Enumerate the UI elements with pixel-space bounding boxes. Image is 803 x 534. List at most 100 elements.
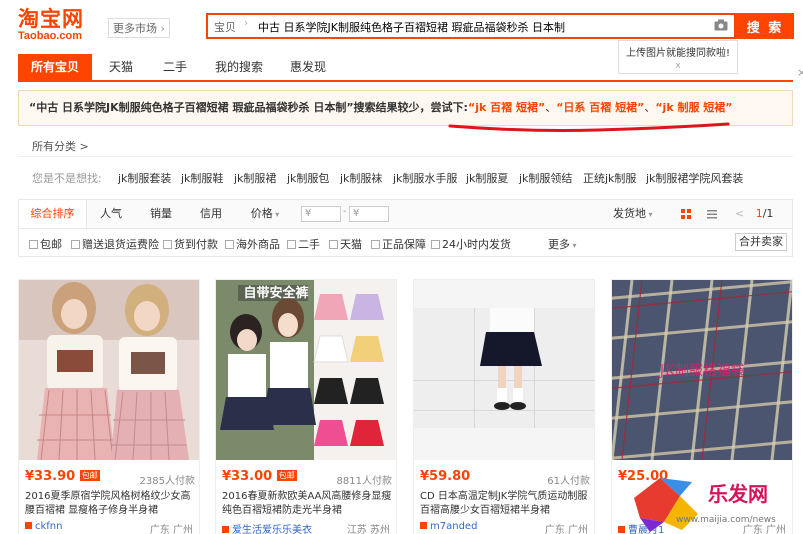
- filter-label: 包邮: [40, 238, 62, 251]
- tab-my-search[interactable]: 我的搜索: [206, 54, 272, 80]
- pager-prev-button[interactable]: <: [735, 207, 744, 220]
- price-value: ¥33.00: [222, 469, 273, 484]
- price-min-input[interactable]: ¥: [301, 206, 341, 222]
- product-title[interactable]: 2016夏季原宿学院风格树格纹少女高腰百褶裙 显瘦格子修身半身裙: [25, 490, 195, 518]
- ship-from-select[interactable]: 发货地 ▾: [613, 200, 653, 228]
- grid-view-icon[interactable]: [679, 207, 693, 221]
- shop-link[interactable]: 爱生活爱乐乐美衣: [222, 521, 312, 534]
- checkbox[interactable]: [431, 240, 440, 249]
- related-search-link[interactable]: jk制服套装: [118, 170, 171, 186]
- filter-tmall[interactable]: 天猫: [329, 236, 362, 252]
- product-image[interactable]: JK制服格福袋: [612, 280, 792, 460]
- camera-icon[interactable]: [714, 19, 728, 31]
- filter-cod[interactable]: 货到付款: [163, 236, 218, 252]
- product-card[interactable]: 自带安全裤 ¥33.00 包邮 8811人付款 2016春夏新款欧美AA风高腰修…: [215, 279, 397, 534]
- sort-price[interactable]: 价格 ▾: [241, 200, 289, 228]
- sort-credit[interactable]: 信用: [191, 200, 231, 228]
- chevron-down-icon: ▾: [570, 241, 577, 250]
- checkbox[interactable]: [29, 240, 38, 249]
- pager-current: 1: [755, 207, 763, 220]
- more-label: 更多: [548, 238, 570, 251]
- product-image[interactable]: 自带安全裤: [216, 280, 396, 460]
- sort-price-label: 价格: [250, 207, 273, 220]
- shop-link[interactable]: ckfnn: [25, 521, 63, 532]
- watermark-text: 乐发网: [708, 482, 768, 506]
- checkbox[interactable]: [163, 240, 172, 249]
- filter-free-shipping[interactable]: 包邮: [29, 236, 62, 252]
- search-button[interactable]: 搜 索: [736, 13, 794, 39]
- checkbox[interactable]: [225, 240, 234, 249]
- related-search-link[interactable]: jk制服水手服: [393, 170, 457, 186]
- search-scope-select[interactable]: 宝贝: [214, 19, 236, 35]
- filter-label: 24小时内发货: [442, 238, 511, 251]
- sort-bar: 综合排序 人气 销量 信用 价格 ▾ ¥ - ¥ 发货地 ▾ < 1/1 >: [18, 199, 793, 248]
- shop-name: m7anded: [430, 521, 478, 532]
- more-market-button[interactable]: 更多市场 ›: [108, 18, 170, 38]
- taobao-logo[interactable]: 淘宝网 Taobao.com: [18, 8, 98, 42]
- filter-label: 正品保障: [382, 238, 426, 251]
- product-card[interactable]: ¥59.80 61人付款 CD 日本高温定制JK学院气质运动制服百褶高腰少女百褶…: [413, 279, 595, 534]
- filter-second-hand[interactable]: 二手: [287, 236, 320, 252]
- shop-icon: [420, 522, 427, 529]
- more-filters-button[interactable]: 更多 ▾: [548, 236, 577, 252]
- product-image[interactable]: [414, 280, 594, 460]
- checkbox[interactable]: [329, 240, 338, 249]
- checkbox[interactable]: [287, 240, 296, 249]
- price-max-input[interactable]: ¥: [349, 206, 389, 222]
- filter-overseas[interactable]: 海外商品: [225, 236, 280, 252]
- tab-all-items[interactable]: 所有宝贝: [18, 54, 92, 80]
- product-title[interactable]: CD 日本高温定制JK学院气质运动制服百褶高腰少女百褶短裙半身裙: [420, 490, 590, 518]
- suggestion-link[interactable]: “jk 制服 短裙”: [655, 101, 732, 114]
- price-value: ¥33.90: [25, 469, 76, 484]
- breadcrumb[interactable]: 所有分类 >: [32, 138, 89, 154]
- chevron-right-icon: ›: [157, 22, 165, 35]
- close-icon[interactable]: ×: [797, 66, 803, 79]
- suggestion-link[interactable]: “日系 百褶 短裙”: [556, 101, 644, 114]
- related-search-link[interactable]: jk制服裙学院风套装: [646, 170, 743, 186]
- shop-name: ckfnn: [35, 521, 63, 532]
- related-search-link[interactable]: jk制服夏: [466, 170, 508, 186]
- watermark-url: www.maijia.com/news: [676, 515, 776, 525]
- sort-sales[interactable]: 销量: [141, 200, 181, 228]
- related-search-link[interactable]: jk制服包: [287, 170, 329, 186]
- related-search-link[interactable]: 正统jk制服: [583, 170, 636, 186]
- search-input[interactable]: [258, 18, 708, 36]
- tab-discover[interactable]: 惠发现: [280, 54, 336, 80]
- free-shipping-badge: 包邮: [79, 470, 100, 481]
- product-card[interactable]: ¥33.90 包邮 2385人付款 2016夏季原宿学院风格树格纹少女高腰百褶裙…: [18, 279, 200, 534]
- filter-genuine[interactable]: 正品保障: [371, 236, 426, 252]
- notice-prefix: “中古 日系学院JK制服纯色格子百褶短裙 瑕疵品福袋秒杀 日本制”搜索结果较少，…: [29, 101, 468, 114]
- sales-count: 2385人付款: [139, 476, 195, 487]
- price-dash: -: [343, 206, 347, 217]
- sort-default[interactable]: 综合排序: [19, 200, 87, 228]
- list-view-icon[interactable]: [705, 207, 719, 221]
- free-shipping-badge: 包邮: [276, 470, 297, 481]
- tab-tmall[interactable]: 天猫: [96, 54, 146, 80]
- filter-row: 包邮 赠送退货运费险 货到付款 海外商品 二手 天猫 正品保障 24小时内发货 …: [18, 229, 793, 257]
- suggestion-link[interactable]: “jk 百褶 短裙”: [468, 101, 545, 114]
- sort-popularity[interactable]: 人气: [91, 200, 131, 228]
- filter-return-insurance[interactable]: 赠送退货运费险: [71, 236, 159, 252]
- shop-icon: [25, 522, 32, 529]
- shop-link[interactable]: m7anded: [420, 521, 477, 532]
- tab-second-hand[interactable]: 二手: [150, 54, 200, 80]
- related-search-link[interactable]: jk制服领结: [519, 170, 572, 186]
- shop-icon: [222, 526, 229, 533]
- related-search-link[interactable]: jk制服裙: [234, 170, 276, 186]
- related-search-link[interactable]: jk制服袜: [340, 170, 382, 186]
- checkbox[interactable]: [371, 240, 380, 249]
- filter-label: 天猫: [340, 238, 362, 251]
- checkbox[interactable]: [71, 240, 80, 249]
- product-image[interactable]: [19, 280, 199, 460]
- divider: [18, 156, 793, 157]
- pager-total: /1: [762, 207, 774, 220]
- ship-from-label: 发货地: [613, 207, 646, 220]
- separator: 、: [545, 101, 557, 114]
- product-title[interactable]: 2016春夏新款欧美AA风高腰修身显瘦纯色百褶短裙防走光半身裙: [222, 490, 392, 518]
- merge-sellers-button[interactable]: 合并卖家: [735, 233, 787, 251]
- related-search-link[interactable]: jk制服鞋: [181, 170, 223, 186]
- location: 江苏 苏州: [346, 525, 390, 534]
- sales-count: 8811人付款: [336, 476, 392, 487]
- filter-24h-ship[interactable]: 24小时内发货: [431, 236, 511, 252]
- search-box[interactable]: 宝贝 ›: [206, 13, 736, 39]
